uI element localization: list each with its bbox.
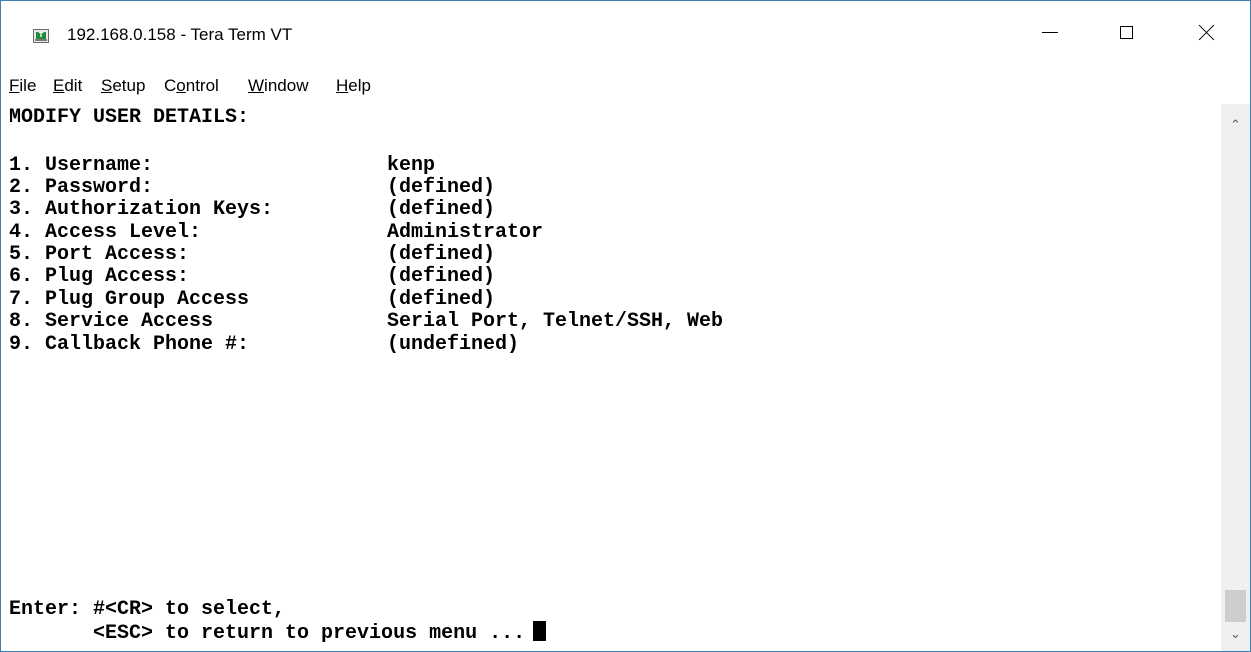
app-icon-screen: T xyxy=(36,32,46,39)
window-title: 192.168.0.158 - Tera Term VT xyxy=(67,25,293,44)
field-label-port-access: 5. Port Access: xyxy=(9,243,190,266)
field-value-plug-group-access: (defined) xyxy=(387,288,496,311)
menu-edit[interactable]: Edit xyxy=(53,74,82,98)
terminal-screen[interactable]: MODIFY USER DETAILS: 1. Username: kenp 2… xyxy=(9,104,1221,649)
field-label-username: 1. Username: xyxy=(9,154,154,177)
field-value-service-access: Serial Port, Telnet/SSH, Web xyxy=(387,310,724,333)
tera-term-app-icon[interactable]: T xyxy=(33,29,49,43)
menu-control-accelerator: o xyxy=(176,76,186,95)
field-label-plug-group-access: 7. Plug Group Access xyxy=(9,288,250,311)
field-value-port-access: (defined) xyxy=(387,243,496,266)
menu-setup[interactable]: Setup xyxy=(101,74,145,98)
prompt-line-1: Enter: #<CR> to select, xyxy=(9,598,286,621)
field-label-plug-access: 6. Plug Access: xyxy=(9,265,190,288)
terminal-cursor xyxy=(533,621,547,641)
field-label-password: 2. Password: xyxy=(9,176,154,199)
scroll-down-arrow-icon[interactable]: ⌄ xyxy=(1221,617,1250,651)
close-icon xyxy=(1198,24,1215,41)
field-value-authorization-keys: (defined) xyxy=(387,198,496,221)
field-label-authorization-keys: 3. Authorization Keys: xyxy=(9,198,274,221)
menu-window-accelerator: W xyxy=(248,76,265,95)
maximize-icon xyxy=(1119,25,1133,39)
menu-file-accelerator: F xyxy=(9,76,20,95)
field-value-plug-access: (defined) xyxy=(387,265,496,288)
field-value-username: kenp xyxy=(387,154,436,177)
menu-control-pre: C xyxy=(164,76,177,95)
menu-window[interactable]: Window xyxy=(248,74,308,98)
vertical-scrollbar[interactable]: ⌃ ⌄ xyxy=(1221,104,1250,651)
menu-setup-rest: etup xyxy=(112,76,146,95)
menu-help-rest: elp xyxy=(348,76,371,95)
app-icon-base xyxy=(35,39,47,41)
menu-control[interactable]: Control xyxy=(164,74,219,98)
menu-help[interactable]: Help xyxy=(336,74,371,98)
menu-setup-accelerator: S xyxy=(101,76,113,95)
menu-file-rest: ile xyxy=(19,76,37,95)
maximize-button[interactable] xyxy=(1097,1,1155,63)
menu-edit-rest: dit xyxy=(64,76,83,95)
field-value-password: (defined) xyxy=(387,176,496,199)
prompt-line-2: <ESC> to return to previous menu ... xyxy=(9,621,547,645)
prompt-line-2-text: <ESC> to return to previous menu ... xyxy=(9,622,526,645)
menu-file[interactable]: File xyxy=(9,74,36,98)
tera-term-window: T 192.168.0.158 - Tera Term VT File Edit… xyxy=(0,0,1251,652)
minimize-icon xyxy=(1042,31,1058,33)
field-value-access-level: Administrator xyxy=(387,221,544,244)
menu-edit-accelerator: E xyxy=(53,76,65,95)
field-label-callback-phone: 9. Callback Phone #: xyxy=(9,333,250,356)
menu-help-accelerator: H xyxy=(336,76,349,95)
title-bar[interactable]: T 192.168.0.158 - Tera Term VT xyxy=(1,1,1250,67)
field-label-service-access: 8. Service Access xyxy=(9,310,214,333)
menu-control-rest: ntrol xyxy=(185,76,219,95)
close-button[interactable] xyxy=(1177,1,1235,63)
menu-window-rest: indow xyxy=(264,76,309,95)
field-label-access-level: 4. Access Level: xyxy=(9,221,202,244)
menu-heading: MODIFY USER DETAILS: xyxy=(9,106,250,129)
minimize-button[interactable] xyxy=(1021,1,1079,63)
menu-bar: File Edit Setup Control Window Help xyxy=(1,67,1250,103)
field-value-callback-phone: (undefined) xyxy=(387,333,520,356)
scroll-up-arrow-icon[interactable]: ⌃ xyxy=(1221,108,1250,142)
